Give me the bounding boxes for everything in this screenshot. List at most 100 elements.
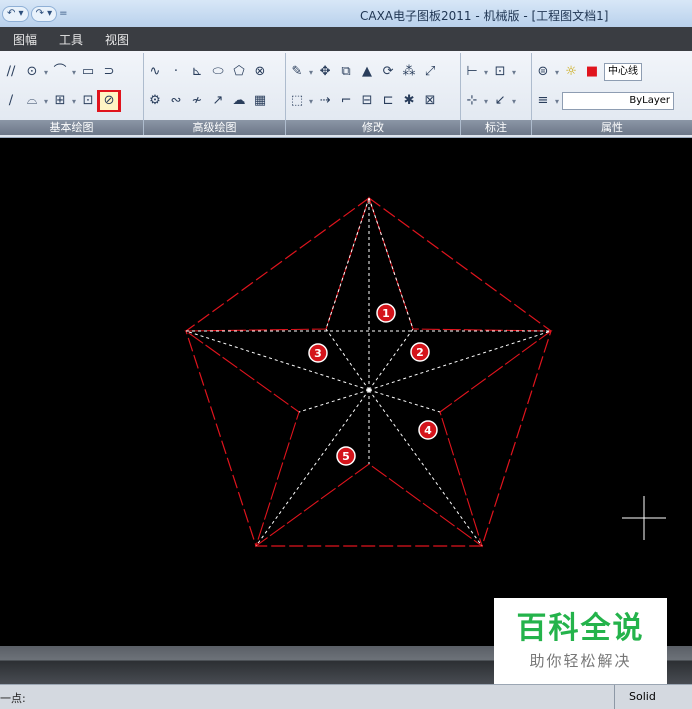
rectangle-icon[interactable]: ▭ [79,63,97,81]
undo-button[interactable]: ↶ ▾ [2,6,29,22]
dropdown-arrow-icon[interactable]: ▾ [309,68,313,77]
ribbon-group-properties: ⊜ ▾ ☼ ■ 中心线 ≡ ▾ ByLayer 属性 [532,53,692,135]
text-icon[interactable]: ⊡ [491,63,509,81]
quick-access-toolbar: ↶ ▾ ↷ ▾ = [2,6,68,22]
dimension-icon[interactable]: ⊢ [463,63,481,81]
move-icon[interactable]: ✥ [316,63,334,81]
drawing-canvas[interactable]: 1 2 3 4 5 [0,138,692,646]
dropdown-arrow-icon[interactable]: ▾ [555,68,559,77]
stretch-icon[interactable]: ⊏ [379,92,397,110]
menu-bar: 图幅 工具 视图 [0,27,692,51]
marker-4: 4 [418,420,438,440]
layer-manager-icon[interactable]: ⊜ [534,63,552,81]
dropdown-arrow-icon[interactable]: ▾ [484,68,488,77]
star-guide-lines [185,197,552,547]
point-icon[interactable]: · [167,63,185,81]
fill-tool-icon[interactable]: ⊘ [97,90,122,112]
explode-icon[interactable]: ✱ [400,92,418,110]
arrow-icon[interactable]: ↗ [209,92,227,110]
marker-5-label: 5 [342,450,350,463]
watermark-title: 百科全说 [516,611,645,646]
angle-line-icon[interactable]: ⊾ [188,63,206,81]
extend-icon[interactable]: ⇢ [316,92,334,110]
dropdown-arrow-icon[interactable]: ▾ [484,97,488,106]
block-icon[interactable]: ⊞ [51,92,69,110]
centerline-icon[interactable]: ⊗ [251,63,269,81]
leader-icon[interactable]: ↙ [491,92,509,110]
properties-match-icon[interactable]: ⊠ [421,92,439,110]
command-prompt: 一点: [0,692,26,705]
marker-2: 2 [410,342,430,362]
parallel-line-icon[interactable]: ∕∕ [2,63,20,81]
status-mode[interactable]: Solid [614,685,692,709]
cloud-line-icon[interactable]: ☁ [230,92,248,110]
lightbulb-icon[interactable]: ☼ [562,63,580,81]
status-bar: 一点: Solid [0,684,692,709]
polygon-icon[interactable]: ⬠ [230,63,248,81]
scale-icon[interactable]: ⤢ [421,63,439,81]
marker-4-label: 4 [424,424,432,437]
crosshair-cursor-icon [622,496,666,540]
ribbon-group-basic-drawing: ∕∕ ⊙ ▾ ⌒ ▾ ▭ ⊃ ∕ ⌓ ▾ ⊞ ▾ ⊡ ⊘ 基本绘图 [0,53,144,135]
menu-item-view[interactable]: 视图 [96,31,138,48]
break-icon[interactable]: ⊟ [358,92,376,110]
table-icon[interactable]: ▦ [251,92,269,110]
dropdown-arrow-icon[interactable]: ▾ [512,97,516,106]
arc-icon[interactable]: ⌒ [51,63,69,81]
redo-button[interactable]: ↷ ▾ [30,6,58,22]
circle-icon[interactable]: ⊙ [23,63,41,81]
ribbon-group-advanced-drawing: ∿ · ⊾ ⬭ ⬠ ⊗ ⚙ ∾ ≁ ↗ ☁ ▦ 高级绘图 [144,53,286,135]
window-title: CAXA电子图板2011 - 机械版 - [工程图文档1] [360,9,609,23]
menu-item-tools[interactable]: 工具 [50,31,92,48]
frame-icon[interactable]: ⊡ [79,92,97,110]
dropdown-arrow-icon[interactable]: ▾ [512,68,516,77]
ellipse-icon[interactable]: ⬭ [209,63,227,81]
ribbon-group-label: 标注 [461,120,531,135]
array-icon[interactable]: ⁂ [400,63,418,81]
spline-icon[interactable]: ∿ [146,63,164,81]
marker-5: 5 [336,446,356,466]
dropdown-arrow-icon[interactable]: ▾ [44,68,48,77]
ribbon-group-label: 属性 [532,120,692,135]
copy-icon[interactable]: ⧉ [337,63,355,81]
dropdown-arrow-icon[interactable]: ▾ [72,68,76,77]
marker-3-label: 3 [314,347,322,360]
dropdown-arrow-icon[interactable]: ▾ [555,97,559,106]
trim-icon[interactable]: ⬚ [288,92,306,110]
linetype-combo[interactable]: ByLayer [562,92,675,110]
marker-1: 1 [376,303,396,323]
customize-quick-access-button[interactable]: = [59,7,67,21]
watermark-subtitle: 助你轻松解决 [529,652,632,670]
layer-combo[interactable]: 中心线 [604,63,643,81]
dropdown-arrow-icon[interactable]: ▾ [72,97,76,106]
wave-line-icon[interactable]: ∾ [167,92,185,110]
lineweight-icon[interactable]: ≡ [534,92,552,110]
break-line-icon[interactable]: ≁ [188,92,206,110]
ribbon-group-label: 基本绘图 [0,120,143,135]
line-icon[interactable]: ∕ [2,92,20,110]
ribbon: ∕∕ ⊙ ▾ ⌒ ▾ ▭ ⊃ ∕ ⌓ ▾ ⊞ ▾ ⊡ ⊘ 基本绘图 ∿ · ⊾ … [0,51,692,138]
watermark: 百科全说 助你轻松解决 [494,598,667,684]
coordinate-dimension-icon[interactable]: ⊹ [463,92,481,110]
marker-3: 3 [308,343,328,363]
rotate-icon[interactable]: ⟳ [379,63,397,81]
layer-color-icon[interactable]: ■ [583,63,601,81]
linetype-value: ByLayer [629,95,671,106]
dropdown-arrow-icon[interactable]: ▾ [44,97,48,106]
mirror-icon[interactable]: ▲ [358,63,376,81]
polyline-icon[interactable]: ⊃ [100,63,118,81]
menu-item-frame[interactable]: 图幅 [4,31,46,48]
erase-icon[interactable]: ✎ [288,63,306,81]
hatch-icon[interactable]: ⌓ [23,92,41,110]
ribbon-group-modify: ✎ ▾ ✥ ⧉ ▲ ⟳ ⁂ ⤢ ⬚ ▾ ⇢ ⌐ ⊟ ⊏ ✱ ⊠ 修改 [286,53,461,135]
ribbon-group-label: 修改 [286,120,460,135]
marker-1-label: 1 [382,307,390,320]
fillet-icon[interactable]: ⌐ [337,92,355,110]
marker-2-label: 2 [416,346,424,359]
title-bar: ↶ ▾ ↷ ▾ = CAXA电子图板2011 - 机械版 - [工程图文档1] [0,0,692,28]
dropdown-arrow-icon[interactable]: ▾ [309,97,313,106]
drawing-svg: 1 2 3 4 5 [184,196,666,548]
ribbon-group-label: 高级绘图 [144,120,285,135]
gear-profile-icon[interactable]: ⚙ [146,92,164,110]
ribbon-group-dimension: ⊢ ▾ ⊡ ▾ ⊹ ▾ ↙ ▾ 标注 [461,53,532,135]
